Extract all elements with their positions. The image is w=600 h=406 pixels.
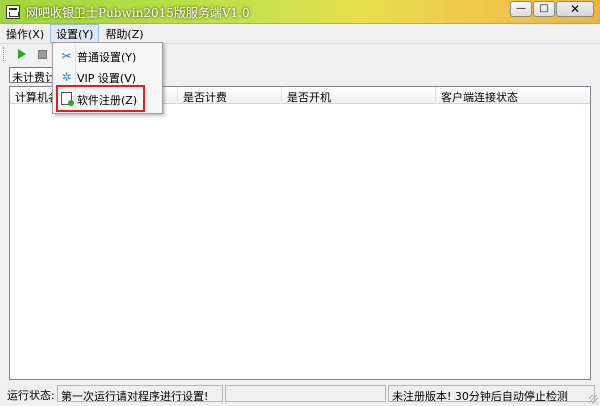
minimize-button[interactable]: —	[510, 1, 532, 17]
gear-icon: ✲	[61, 69, 72, 84]
wrench-icon: ✂	[61, 48, 72, 63]
billing-filter-select[interactable]: 未计费计	[9, 67, 53, 83]
status-message: 第一次运行请对程序进行设置!	[57, 385, 223, 402]
start-button[interactable]	[14, 46, 30, 62]
title-bar[interactable]: 网吧收银卫士Pubwin2015版服务端V1.0 — □ ✕	[0, 0, 600, 24]
window-title: 网吧收银卫士Pubwin2015版服务端V1.0	[26, 6, 250, 20]
toolbar-grip[interactable]	[3, 47, 5, 61]
computer-list[interactable]: 计算机名 是否计费 是否开机 客户端连接状态	[9, 86, 591, 380]
settings-dropdown-menu: ✂ 普通设置(Y) ✲ VIP 设置(V) 软件注册(Z)	[52, 42, 163, 114]
status-panel-empty	[225, 385, 386, 402]
menu-item-label: VIP 设置(V)	[77, 72, 137, 85]
status-bar: 运行状态: 第一次运行请对程序进行设置! 未注册版本! 30分钟后自动停止检测	[0, 382, 600, 406]
menu-item-vip-settings[interactable]: ✲ VIP 设置(V)	[56, 67, 160, 87]
menu-settings[interactable]: 设置(Y)	[50, 24, 100, 43]
menu-bar: 操作(X) 设置(Y) 帮助(Z)	[0, 24, 600, 43]
window-controls: — □ ✕	[510, 1, 594, 17]
app-icon[interactable]	[6, 5, 20, 19]
close-button[interactable]: ✕	[556, 1, 594, 17]
column-is-powered-on[interactable]: 是否开机	[282, 87, 436, 104]
registration-status: 未注册版本! 30分钟后自动停止检测	[388, 385, 595, 402]
stop-button[interactable]	[34, 46, 50, 62]
register-icon	[59, 91, 74, 106]
maximize-button[interactable]: □	[533, 1, 555, 17]
resize-grip[interactable]	[589, 395, 598, 404]
stop-icon	[37, 49, 47, 59]
menu-help[interactable]: 帮助(Z)	[99, 24, 149, 43]
status-label: 运行状态:	[7, 389, 55, 402]
menu-item-general-settings[interactable]: ✂ 普通设置(Y)	[56, 46, 160, 66]
play-icon	[18, 49, 26, 59]
column-client-connection[interactable]: 客户端连接状态	[436, 87, 590, 104]
menu-item-label: 软件注册(Z)	[77, 94, 138, 107]
menu-operation[interactable]: 操作(X)	[0, 24, 50, 43]
main-window: 网吧收银卫士Pubwin2015版服务端V1.0 — □ ✕ 操作(X) 设置(…	[0, 0, 600, 406]
column-is-billing[interactable]: 是否计费	[178, 87, 282, 104]
menu-item-label: 普通设置(Y)	[77, 51, 137, 64]
menu-item-software-registration[interactable]: 软件注册(Z)	[56, 89, 160, 109]
